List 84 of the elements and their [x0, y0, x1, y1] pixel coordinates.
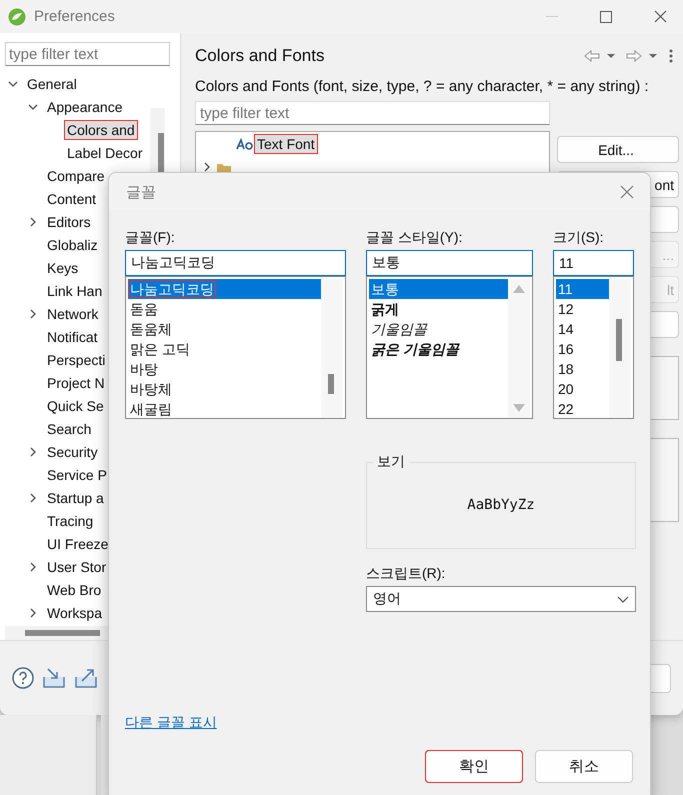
chevron-down-icon — [617, 596, 629, 602]
import-icon[interactable] — [42, 667, 66, 689]
list-item[interactable]: 12 — [556, 299, 609, 319]
list-item[interactable]: 나눔고딕코딩 — [128, 279, 321, 299]
list-item[interactable]: 바탕체 — [128, 379, 321, 399]
list-item[interactable]: 22 — [556, 399, 609, 419]
scrollbar-thumb[interactable] — [616, 319, 622, 361]
maximize-icon[interactable] — [600, 10, 612, 22]
tree-item[interactable]: Keys — [44, 258, 82, 278]
list-item[interactable]: 16 — [556, 339, 609, 359]
field-label: 크기(S): — [553, 229, 605, 247]
font-name-field[interactable]: 나눔고딕코딩 — [125, 250, 346, 276]
tree-item[interactable]: Network — [44, 304, 102, 324]
page-title: Colors and Fonts — [195, 46, 326, 66]
collapse-chevron-icon[interactable] — [28, 562, 38, 572]
field-label: 글꼴 스타일(Y): — [366, 229, 464, 247]
expand-chevron-icon[interactable] — [28, 102, 38, 112]
description-text: Colors and Fonts (font, size, type, ? = any character, * = any string) : — [195, 78, 650, 95]
font-style-field[interactable]: 보통 — [366, 250, 533, 276]
group-legend: 보기 — [373, 453, 409, 471]
field-label: 스크립트(R): — [366, 565, 446, 583]
list-item[interactable]: 20 — [556, 379, 609, 399]
collapse-chevron-icon[interactable] — [28, 608, 38, 618]
help-icon[interactable] — [12, 667, 34, 689]
tree-item[interactable]: User Stor — [44, 556, 110, 576]
side-button[interactable]: Edit... — [557, 136, 679, 163]
tree-item[interactable]: Project N — [44, 372, 108, 392]
export-icon[interactable] — [74, 667, 98, 689]
expand-chevron-icon[interactable] — [8, 78, 18, 88]
tree-item[interactable]: Security — [44, 442, 101, 462]
list-item[interactable]: 맑은 고딕 — [128, 339, 321, 359]
font-icon — [236, 138, 254, 150]
tree-item[interactable]: Content — [44, 188, 100, 208]
tree-item[interactable]: Editors — [44, 212, 94, 232]
tree-item[interactable]: Tracing — [44, 510, 96, 530]
sample-text: AaBbYyZz — [467, 497, 535, 513]
collapse-chevron-icon[interactable] — [28, 308, 38, 318]
collapse-chevron-icon[interactable] — [28, 216, 38, 226]
filter-field[interactable]: type filter text — [195, 101, 550, 125]
list-item[interactable]: 기울임꼴 — [369, 319, 508, 339]
ok-button[interactable]: 확인 — [425, 750, 523, 783]
list-item[interactable]: 11 — [556, 279, 609, 299]
tree-item[interactable]: Label Decor — [64, 142, 146, 162]
collapse-chevron-icon[interactable] — [28, 492, 38, 502]
tree-item[interactable]: Quick Se — [44, 396, 107, 416]
cancel-button[interactable]: 취소 — [535, 750, 633, 783]
tree-item[interactable]: Colors and — [64, 120, 138, 140]
tree-item[interactable]: Link Han — [44, 280, 106, 300]
list-item[interactable]: 18 — [556, 359, 609, 379]
list-item[interactable]: 굵게 — [369, 299, 508, 319]
tree-item[interactable]: UI Freeze — [44, 534, 112, 554]
close-icon[interactable] — [654, 10, 666, 23]
window-title: Preferences — [34, 8, 116, 25]
close-icon[interactable] — [620, 185, 634, 199]
highlighted-text: 나눔고딕코딩 — [128, 280, 216, 298]
list-item[interactable]: 14 — [556, 319, 609, 339]
tree-item[interactable]: Globaliz — [44, 234, 101, 254]
leaf-logo-icon — [8, 8, 26, 26]
dialog-title: 글꼴 — [126, 182, 157, 202]
tree-item[interactable]: Appearance — [44, 96, 126, 116]
collapse-chevron-icon[interactable] — [28, 446, 38, 456]
list-item[interactable]: 바탕 — [128, 359, 321, 379]
list-item[interactable]: 굵은 기울임꼴 — [369, 339, 508, 359]
tree-item[interactable]: Web Bro — [44, 580, 104, 600]
collapse-chevron-icon[interactable] — [202, 162, 212, 172]
tree-item[interactable]: Perspecti — [44, 350, 108, 370]
scrollbar-thumb[interactable] — [328, 374, 334, 394]
filter-field[interactable]: type filter text — [5, 42, 170, 66]
tree-item[interactable]: Workspa — [44, 602, 105, 622]
script-select[interactable]: 영어 — [366, 586, 636, 612]
tree-item[interactable]: Text Font — [254, 134, 318, 154]
font-size-field[interactable]: 11 — [553, 250, 634, 276]
list-item[interactable]: 돋움체 — [128, 319, 321, 339]
tree-item[interactable]: Notificat — [44, 326, 101, 346]
tree-item[interactable]: Startup a — [44, 488, 107, 508]
tree-item[interactable]: Service P — [44, 464, 110, 484]
list-item[interactable]: 보통 — [369, 279, 508, 299]
tree-item[interactable]: General — [24, 74, 80, 94]
tree-item[interactable]: Search — [44, 418, 94, 438]
more-fonts-link[interactable]: 다른 글꼴 표시 — [125, 714, 217, 732]
list-item[interactable]: 새굴림 — [128, 399, 321, 419]
tree-item[interactable]: Compare — [44, 166, 108, 186]
list-item[interactable]: 돋움 — [128, 299, 321, 319]
field-label: 글꼴(F): — [125, 229, 176, 247]
